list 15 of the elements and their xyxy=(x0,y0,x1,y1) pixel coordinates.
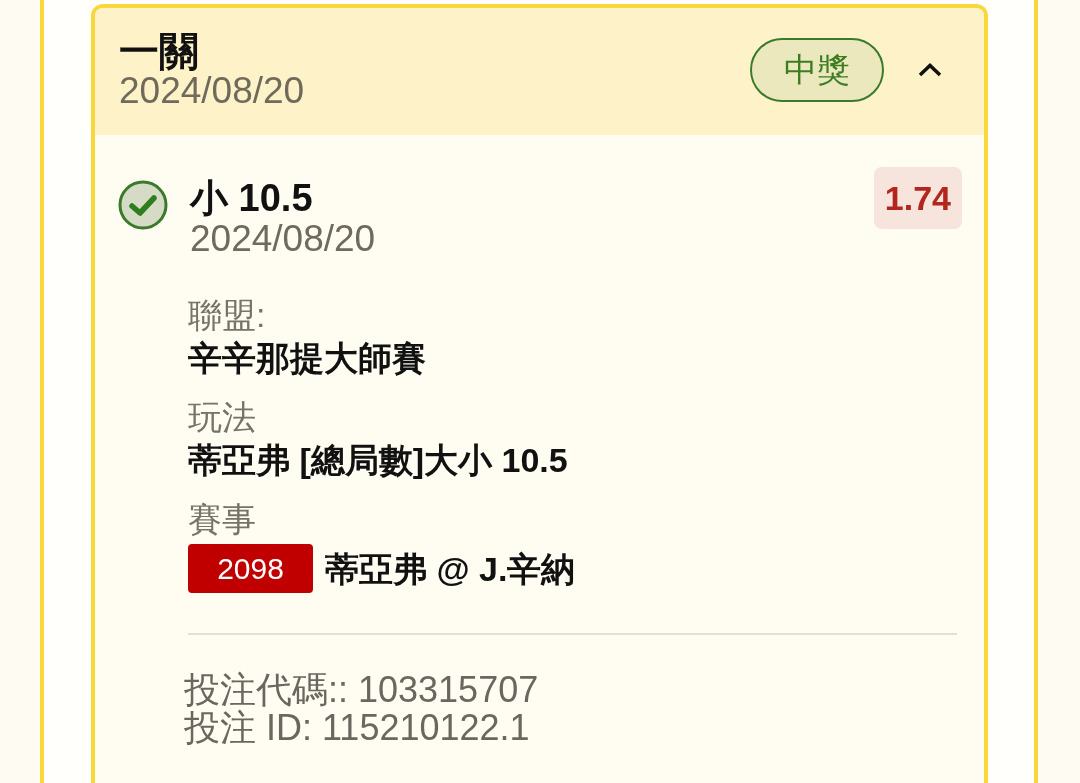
field-label: 玩法 xyxy=(188,397,256,438)
event-name: 蒂亞弗 @ J.辛納 xyxy=(325,548,576,590)
bet-title: 一關 xyxy=(119,30,199,72)
selection-name: 小 10.5 xyxy=(190,176,313,220)
status-badge: 中獎 xyxy=(750,38,884,102)
field-value: 辛辛那提大師賽 xyxy=(188,338,426,379)
bet-id-text: 投注 ID: 115210122.1 xyxy=(184,709,530,747)
field-label: 聯盟: xyxy=(188,295,266,336)
field-value: 蒂亞弗 [總局數]大小 10.5 xyxy=(188,440,568,481)
field-label: 賽事 xyxy=(188,499,256,540)
bet-code-text: 投注代碼:: 103315707 xyxy=(184,671,539,709)
selection-date: 2024/08/20 xyxy=(190,220,376,258)
odds-value: 1.74 xyxy=(873,167,962,229)
bet-date: 2024/08/20 xyxy=(119,72,305,110)
event-number-tag: 2098 xyxy=(188,544,313,593)
